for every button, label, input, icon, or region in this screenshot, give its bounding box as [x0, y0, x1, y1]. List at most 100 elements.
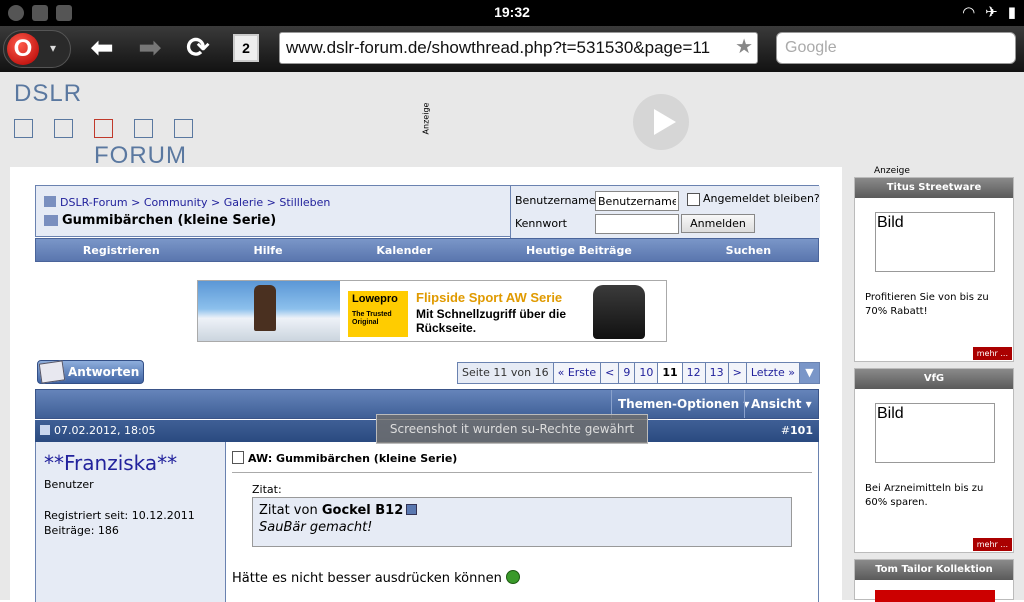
- reply-button[interactable]: Antworten: [37, 360, 144, 384]
- sidebar-box-title: Titus Streetware: [855, 178, 1013, 198]
- logo-square-red: [94, 119, 113, 138]
- toast-notification: Screenshot it wurden su-Rechte gewährt: [376, 414, 648, 444]
- opera-menu-button[interactable]: O ▾: [3, 30, 71, 68]
- page-link[interactable]: 13: [704, 363, 728, 383]
- view-label: Ansicht: [751, 397, 802, 411]
- post-title-text: AW: Gummibärchen (kleine Serie): [248, 452, 458, 465]
- breadcrumb-link[interactable]: Community: [144, 196, 208, 209]
- menu-item-search[interactable]: Suchen: [726, 244, 771, 257]
- reply-label: Antworten: [68, 365, 140, 379]
- username-field[interactable]: [595, 191, 679, 211]
- quote-author: Gockel B12: [321, 503, 404, 518]
- more-link[interactable]: mehr ...: [972, 538, 1012, 551]
- page-link[interactable]: 9: [618, 363, 635, 383]
- first-page-link[interactable]: « Erste: [552, 363, 601, 383]
- brand-name: Lowepro: [352, 293, 398, 305]
- ad-label: Anzeige: [421, 102, 431, 135]
- view-menu[interactable]: Ansicht ▾: [744, 390, 818, 418]
- menu-item-todays-posts[interactable]: Heutige Beiträge: [526, 244, 632, 257]
- logo-text-bottom: FORUM: [94, 142, 187, 169]
- banner-person-image: [254, 285, 276, 331]
- last-page-link[interactable]: Letzte »: [745, 363, 799, 383]
- sidebar-image-placeholder: Bild: [875, 212, 995, 272]
- back-button[interactable]: ⬅: [84, 32, 120, 64]
- quote-box: Zitat von Gockel B12 SauBär gemacht!: [252, 497, 792, 547]
- user-stats: Registriert seit: 10.12.2011 Beiträge: 1…: [44, 508, 195, 538]
- opera-logo-icon: O: [7, 33, 39, 65]
- logo-square: [174, 119, 193, 138]
- current-page: 11: [657, 363, 682, 383]
- home-icon[interactable]: [44, 196, 56, 207]
- sidebar-box-text: Bei Arzneimitteln bis zu 60% sparen.: [865, 483, 984, 508]
- post-count: Beiträge: 186: [44, 524, 119, 537]
- breadcrumb-link[interactable]: DSLR-Forum: [60, 196, 128, 209]
- page-jump-dropdown[interactable]: ▼: [798, 363, 819, 383]
- sidebar-box-text: Profitieren Sie von bis zu 70% Rabatt!: [865, 292, 989, 317]
- remember-label: Angemeldet bleiben?: [703, 192, 820, 205]
- remember-checkbox[interactable]: [687, 193, 700, 206]
- breadcrumb-link[interactable]: Galerie: [224, 196, 263, 209]
- more-link[interactable]: mehr ...: [972, 347, 1012, 360]
- reply-icon: [38, 360, 66, 384]
- divider: [232, 472, 812, 473]
- web-page: DSLR FORUM Anzeige Anzeige DSLR-Forum > …: [0, 72, 1024, 602]
- sidebar-ad-box[interactable]: Tom Tailor Kollektion: [854, 559, 1014, 602]
- quote-label: Zitat:: [252, 483, 282, 496]
- bookmark-star-icon[interactable]: ★: [735, 32, 753, 62]
- lowepro-logo: Lowepro The Trusted Original: [348, 291, 408, 337]
- sidebar-ad-box[interactable]: VfG Bild Bei Arzneimitteln bis zu 60% sp…: [854, 368, 1014, 553]
- sidebar-red-banner: [875, 590, 995, 602]
- banner-subline: Mit Schnellzugriff über die Rückseite.: [416, 307, 567, 335]
- airplane-mode-icon: ✈: [985, 3, 998, 21]
- breadcrumb: DSLR-Forum > Community > Galerie > Still…: [44, 196, 330, 209]
- quote-from: Zitat von: [259, 503, 318, 518]
- logo-square: [134, 119, 153, 138]
- prev-page-link[interactable]: <: [600, 363, 619, 383]
- page-link[interactable]: 10: [634, 363, 658, 383]
- next-page-link[interactable]: >: [727, 363, 746, 383]
- post-message-text: Hätte es nicht besser ausdrücken können: [232, 571, 502, 586]
- forward-button[interactable]: ➡: [132, 32, 168, 64]
- password-field[interactable]: [595, 214, 679, 234]
- menu-item-help[interactable]: Hilfe: [254, 244, 283, 257]
- search-input[interactable]: Google: [776, 32, 1016, 64]
- user-title: Benutzer: [44, 478, 94, 491]
- reload-button[interactable]: ⟳: [180, 32, 216, 64]
- tab-count-button[interactable]: 2: [233, 34, 259, 62]
- thread-title: Gummibärchen (kleine Serie): [44, 213, 276, 228]
- thread-options-label: Themen-Optionen: [618, 397, 740, 411]
- view-post-icon[interactable]: [406, 504, 418, 515]
- play-icon[interactable]: [633, 94, 689, 150]
- chevron-down-icon: ▾: [805, 397, 812, 411]
- post-number-link[interactable]: #101: [781, 420, 813, 442]
- navbar-box: DSLR-Forum > Community > Galerie > Still…: [35, 185, 820, 238]
- login-button[interactable]: Anmelden: [681, 214, 755, 233]
- logo-square: [14, 119, 33, 138]
- login-form: Benutzername Angemeldet bleiben? Kennwor…: [510, 186, 820, 238]
- menu-item-calendar[interactable]: Kalender: [376, 244, 432, 257]
- menu-item-register[interactable]: Registrieren: [83, 244, 160, 257]
- registration-date: Registriert seit: 10.12.2011: [44, 509, 195, 522]
- post-body: AW: Gummibärchen (kleine Serie) Zitat: Z…: [225, 442, 819, 602]
- ad-banner[interactable]: Lowepro The Trusted Original Flipside Sp…: [197, 280, 667, 342]
- page-link[interactable]: 12: [681, 363, 705, 383]
- banner-headline: Flipside Sport AW Serie: [416, 290, 563, 305]
- backpack-image: [593, 285, 645, 339]
- address-bar[interactable]: www.dslr-forum.de/showthread.php?t=53153…: [279, 32, 758, 64]
- url-text: www.dslr-forum.de/showthread.php?t=53153…: [286, 38, 711, 57]
- wifi-icon: ◠: [962, 3, 976, 21]
- post-status-icon: [40, 425, 50, 435]
- post-number-prefix: #: [780, 424, 791, 437]
- breadcrumb-separator: >: [211, 196, 221, 209]
- sidebar-box-title: VfG: [855, 369, 1013, 389]
- site-logo[interactable]: DSLR FORUM: [14, 78, 204, 169]
- post-title: AW: Gummibärchen (kleine Serie): [232, 451, 457, 465]
- logo-square: [54, 119, 73, 138]
- forum-menu-bar: Registrieren Hilfe Kalender Heutige Beit…: [35, 238, 819, 262]
- breadcrumb-link[interactable]: Stillleben: [279, 196, 330, 209]
- user-info-panel: **Franziska** Benutzer Registriert seit:…: [35, 442, 225, 602]
- chevron-down-icon: ▾: [50, 41, 57, 55]
- quote-text: SauBär gemacht!: [259, 520, 373, 535]
- sidebar-ad-box[interactable]: Titus Streetware Bild Profitieren Sie vo…: [854, 177, 1014, 362]
- username-link[interactable]: **Franziska**: [44, 451, 177, 475]
